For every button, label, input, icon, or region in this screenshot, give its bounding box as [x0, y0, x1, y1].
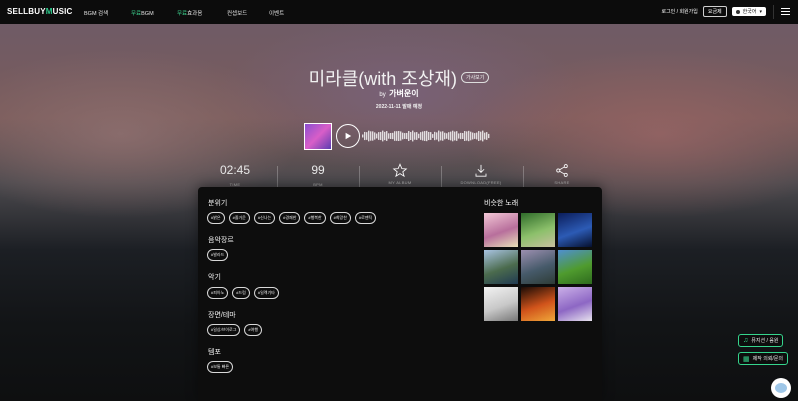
- music-note-icon: ♫: [743, 337, 749, 344]
- purple-tree-thumbnail[interactable]: [558, 287, 592, 321]
- piano-icon: ▦: [743, 355, 750, 363]
- genre-tags: #발라드: [207, 249, 229, 261]
- play-button[interactable]: [336, 124, 360, 148]
- star-icon: [392, 163, 408, 178]
- tag-chip[interactable]: #희망찬: [329, 212, 351, 224]
- tag-chip[interactable]: #여행: [244, 324, 263, 336]
- tag-chip[interactable]: #발라드: [207, 249, 229, 261]
- tag-chip[interactable]: #피아노: [207, 287, 229, 299]
- similar-songs-grid: [484, 213, 594, 321]
- genre-title: 음악장르: [208, 237, 234, 244]
- tag-chip[interactable]: #신나는: [253, 212, 276, 224]
- hamburger-menu-icon[interactable]: [781, 8, 790, 17]
- scene-title: 장면/테마: [208, 312, 236, 319]
- tag-chip[interactable]: #보통 빠른: [207, 361, 234, 373]
- artist-name[interactable]: 가벼운이: [389, 89, 418, 98]
- green-field-thumbnail[interactable]: [558, 250, 592, 284]
- lyrics-button[interactable]: 가사보기: [460, 71, 490, 83]
- login-signup-link[interactable]: 로그인 / 회원가입: [661, 8, 697, 15]
- tempo-title: 템포: [208, 349, 221, 356]
- nav-free-bgm[interactable]: 무료BGM: [131, 9, 154, 17]
- tag-chip[interactable]: #일렉기타: [253, 287, 279, 299]
- tag-chip[interactable]: #경쾌한: [279, 212, 301, 224]
- flowers-thumbnail[interactable]: [484, 213, 518, 247]
- musician-music-button[interactable]: ♫ 뮤지션 / 음원: [738, 334, 784, 347]
- tag-chip[interactable]: #일상/브이로그: [207, 324, 241, 336]
- album-cover[interactable]: [304, 123, 332, 150]
- tag-chip[interactable]: #드럼: [232, 287, 250, 299]
- artist-line: by 가벼운이: [379, 89, 419, 98]
- green-cluster-thumbnail[interactable]: [521, 213, 555, 247]
- tag-chip[interactable]: #행복한: [304, 212, 326, 224]
- lake-sunset-thumbnail[interactable]: [521, 250, 555, 284]
- play-icon: [345, 132, 352, 140]
- scene-tags: #일상/브이로그 #여행: [207, 324, 263, 336]
- instrument-tags: #피아노 #드럼 #일렉기타: [207, 287, 279, 299]
- nav-event[interactable]: 이벤트: [269, 9, 284, 17]
- pricing-button[interactable]: 요금제: [702, 6, 727, 17]
- window-thumbnail[interactable]: [484, 287, 518, 321]
- song-title: 미라클(with 조상재): [308, 69, 457, 89]
- globe-icon: [735, 9, 740, 14]
- chatbot-icon[interactable]: [771, 378, 791, 398]
- space-thumbnail[interactable]: [558, 213, 592, 247]
- tag-chip[interactable]: #즐거운: [228, 212, 250, 224]
- fire-thumbnail[interactable]: [521, 287, 555, 321]
- top-navigation-bar: SELLBUYMUSIC BGM 검색 무료BGM 무료효과음 컨셉보드 이벤트…: [0, 0, 798, 24]
- nav-bgm-search[interactable]: BGM 검색: [84, 9, 108, 17]
- mood-tags: #밝은 #즐거운 #신나는 #경쾌한 #행복한 #희망찬 #로맨틱: [207, 212, 377, 224]
- chevron-down-icon: ▾: [759, 8, 762, 15]
- tag-chip[interactable]: #로맨틱: [354, 212, 377, 224]
- site-logo[interactable]: SELLBUYMUSIC: [7, 7, 73, 16]
- tag-chip[interactable]: #밝은: [207, 212, 225, 224]
- nav-concept-board[interactable]: 컨셉보드: [227, 9, 247, 17]
- divider: [773, 5, 774, 19]
- language-select[interactable]: 한국어 ▾: [731, 7, 766, 16]
- tempo-tags: #보통 빠른: [207, 361, 234, 373]
- waveform[interactable]: [362, 128, 490, 144]
- production-inquiry-button[interactable]: ▦ 제작 의뢰/문의: [738, 352, 789, 365]
- download-icon: [475, 164, 487, 177]
- release-date: 2022-11-11 발매 예정: [375, 104, 423, 110]
- similar-songs-title: 비슷한 노래: [484, 200, 519, 207]
- song-detail-panel: 분위기 #밝은 #즐거운 #신나는 #경쾌한 #행복한 #희망찬 #로맨틱 음악장르 #발라…: [198, 187, 602, 401]
- mood-title: 분위기: [208, 200, 228, 207]
- top-right-controls: 로그인 / 회원가입 요금제 한국어 ▾: [661, 6, 766, 17]
- nav-free-sfx[interactable]: 무료효과음: [177, 9, 202, 17]
- mountains-thumbnail[interactable]: [484, 250, 518, 284]
- instrument-title: 악기: [208, 274, 221, 281]
- share-icon: [556, 164, 568, 177]
